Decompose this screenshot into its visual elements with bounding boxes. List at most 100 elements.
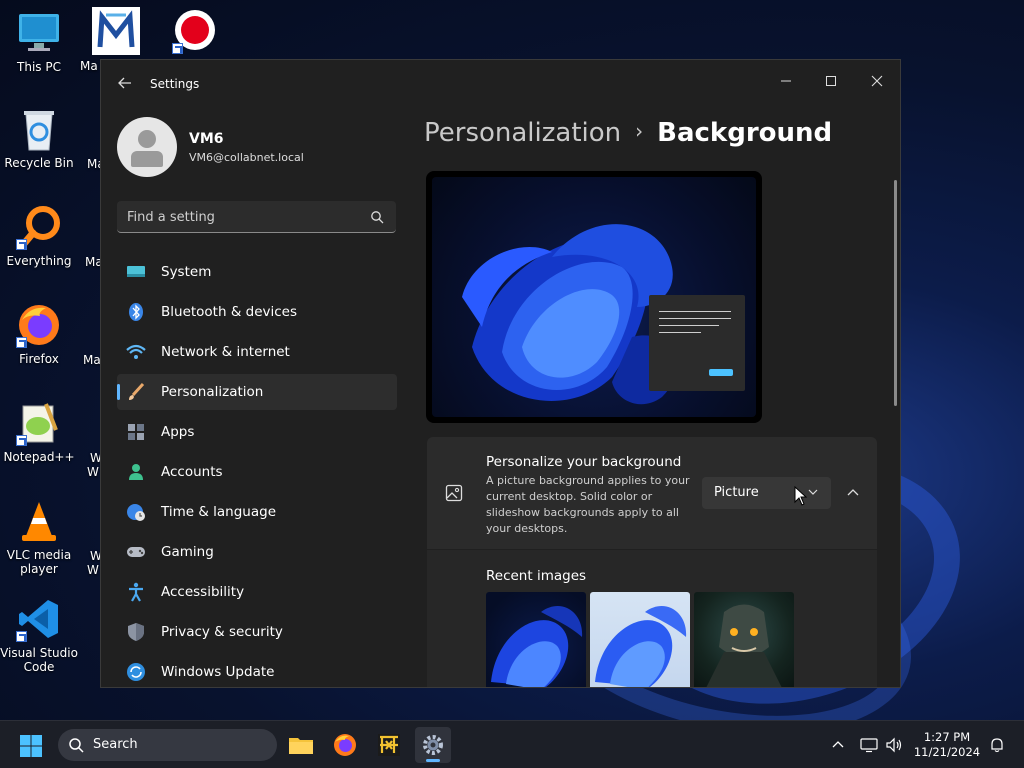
desktop-icon-vscode[interactable]: Visual Studio Code [0, 596, 78, 674]
shortcut-arrow-icon [16, 239, 27, 250]
sidebar-item-accounts[interactable]: Accounts [117, 454, 397, 490]
background-type-dropdown[interactable]: Picture [702, 477, 831, 509]
desktop-icon-label-partial: Ma [80, 59, 98, 73]
desktop-icon-label: Everything [6, 254, 72, 268]
avatar[interactable] [117, 117, 177, 177]
network-status[interactable] [859, 735, 879, 755]
vlc-cone-icon [16, 498, 62, 544]
desktop-icon-label-partial: W [87, 465, 99, 479]
desktop-icon-label: Firefox [19, 352, 59, 366]
show-hidden-icons-button[interactable] [828, 735, 848, 755]
maximize-icon [826, 76, 836, 86]
title-bar[interactable]: Settings [101, 60, 900, 106]
taskbar-settings[interactable] [415, 727, 451, 763]
sidebar-item-bluetooth-devices[interactable]: Bluetooth & devices [117, 294, 397, 330]
dropdown-selected-value: Picture [714, 485, 759, 500]
minimize-button[interactable] [766, 66, 806, 96]
desktop-icon-this-pc[interactable]: This PC [0, 10, 78, 74]
desktop-icon-everything[interactable]: Everything [0, 204, 78, 268]
card-title: Personalize your background [486, 454, 682, 470]
m-logo-icon [97, 10, 135, 48]
desktop-icon-notepad-plus-plus[interactable]: Notepad++ [0, 400, 78, 464]
recent-image-thumbnail[interactable] [590, 592, 690, 687]
chevron-down-icon [808, 489, 818, 495]
clock[interactable]: 1:27 PM 11/21/2024 [911, 730, 983, 760]
desktop-icon-label: This PC [17, 60, 61, 74]
bluetooth-icon [125, 301, 147, 323]
start-button[interactable] [19, 734, 43, 758]
sidebar-item-label: Network & internet [161, 344, 290, 360]
sidebar-item-windows-update[interactable]: Windows Update [117, 654, 397, 687]
sidebar-item-personalization[interactable]: Personalization [117, 374, 397, 410]
bloom-light-image [595, 606, 687, 687]
recent-image-thumbnail[interactable] [486, 592, 586, 687]
search-input[interactable] [127, 207, 357, 227]
recent-images-section: Recent images [427, 550, 877, 687]
sidebar-item-privacy-security[interactable]: Privacy & security [117, 614, 397, 650]
shortcut-arrow-icon [16, 631, 27, 642]
settings-search[interactable] [117, 201, 396, 233]
breadcrumb: Personalization › Background [424, 118, 832, 148]
taskbar-file-explorer[interactable] [283, 727, 319, 763]
sidebar-item-gaming[interactable]: Gaming [117, 534, 397, 570]
chevron-up-icon [847, 489, 859, 496]
wifi-icon [125, 341, 147, 363]
notifications-button[interactable] [987, 735, 1007, 755]
desktop-icon-recorder[interactable] [172, 8, 218, 54]
desktop-icon-label-partial: Ma [83, 353, 101, 367]
sidebar-item-accessibility[interactable]: Accessibility [117, 574, 397, 610]
preview-accent-button [709, 369, 733, 376]
sidebar-item-label: Accounts [161, 464, 223, 480]
image-icon [445, 484, 463, 502]
taskbar-app-tool[interactable] [371, 727, 407, 763]
desktop-icon-recycle-bin[interactable]: Recycle Bin [0, 106, 78, 170]
back-button[interactable] [115, 73, 135, 93]
search-icon [69, 738, 84, 753]
recent-image-thumbnail[interactable] [694, 592, 794, 687]
avatar-head [138, 130, 156, 148]
breadcrumb-parent[interactable]: Personalization [424, 118, 621, 148]
sidebar-item-time-language[interactable]: Time & language [117, 494, 397, 530]
maximize-button[interactable] [811, 66, 851, 96]
close-button[interactable] [857, 66, 897, 96]
taskbar-firefox[interactable] [327, 727, 363, 763]
desktop-icon-label-partial: W [87, 563, 99, 577]
sidebar-item-apps[interactable]: Apps [117, 414, 397, 450]
monitor-icon [125, 261, 147, 283]
section-title: Recent images [486, 568, 587, 584]
recycle-bin-icon [16, 106, 62, 152]
sidebar-item-label: Time & language [161, 504, 277, 520]
window-title: Settings [150, 77, 200, 91]
desktop-icon-vlc[interactable]: VLC media player [0, 498, 78, 576]
desktop-icon-malware-tool[interactable] [92, 7, 140, 55]
bloom-dark-image [491, 606, 583, 687]
desktop-icon-label: Notepad++ [3, 450, 75, 464]
update-icon [125, 661, 147, 683]
clock-date: 11/21/2024 [913, 745, 981, 759]
sidebar-item-network-internet[interactable]: Network & internet [117, 334, 397, 370]
vertical-scrollbar[interactable] [894, 180, 897, 406]
network-icon [860, 738, 878, 753]
volume-status[interactable] [884, 735, 904, 755]
preview-text-line [659, 318, 731, 319]
close-icon [871, 75, 883, 87]
desktop-icon-firefox[interactable]: Firefox [0, 302, 78, 366]
desktop-icon-label: VLC media player [6, 548, 72, 576]
desktop-icon-label: Visual Studio Code [0, 646, 78, 674]
preview-wallpaper [432, 177, 756, 417]
sidebar-item-system[interactable]: System [117, 254, 397, 290]
shortcut-arrow-icon [16, 337, 27, 348]
clock-time: 1:27 PM [923, 730, 971, 744]
breadcrumb-separator: › [635, 119, 644, 143]
taskbar-search-label: Search [93, 737, 138, 752]
gear-icon [423, 735, 443, 755]
page-title: Background [657, 118, 833, 148]
card-description: A picture background applies to your cur… [486, 474, 690, 535]
collapse-button[interactable] [839, 477, 867, 509]
shortcut-arrow-icon [172, 43, 183, 54]
notepad-plus-plus-icon [16, 400, 62, 446]
taskbar-search[interactable]: Search [58, 729, 277, 761]
shortcut-arrow-icon [16, 435, 27, 446]
taskbar: Search 1:27 PM 11/21/2024 [0, 720, 1024, 768]
dark-creature-image [706, 604, 782, 687]
